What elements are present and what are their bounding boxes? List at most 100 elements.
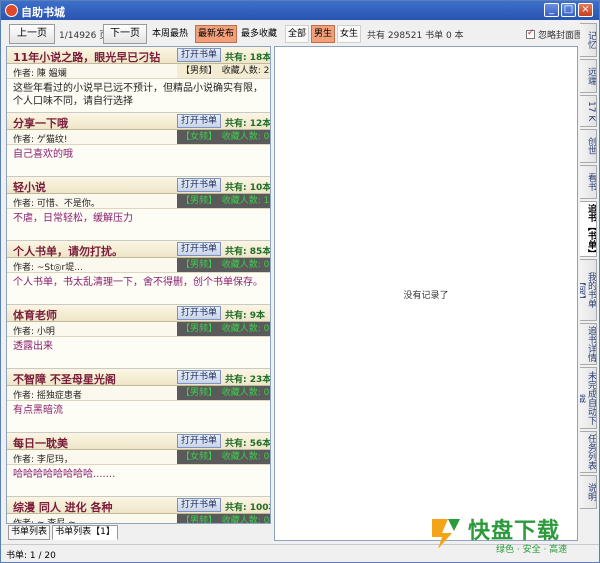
list-name: 体育老师 (13, 309, 57, 322)
list-item-header: 分享一下哦 打开书单 共有: 12本 (7, 113, 270, 130)
list-item[interactable]: 体育老师 打开书单 共有: 9本 作者: 小明 【男频】 收藏人数: 0 透露出… (7, 305, 270, 369)
gender-badge: 【男频】 (177, 386, 221, 400)
list-author: 作者: ゲ猫纹! (13, 135, 68, 145)
watermark-logo: 快盘下载 绿色 · 安全 · 高速 (428, 513, 598, 561)
list-item-header: 11年小说之路，眼光早已刁钻 打开书单 共有: 18本 (7, 47, 270, 64)
side-tabs: 记忆 远端 17 K 创世 看书 追书【书单】 我的书单【阅】 追书详情 未完成… (580, 23, 598, 523)
filter-newest[interactable]: 最新发布 (195, 25, 237, 43)
list-name: 分享一下哦 (13, 117, 68, 130)
bottom-tabs: 书单列表 书单列表【1】 (6, 525, 271, 541)
list-item[interactable]: 综漫 同人 进化 各种 打开书单 共有: 100本 作者: ≈ 李尼 ≈ 【男频… (7, 497, 270, 524)
side-tab-17k[interactable]: 17 K (580, 95, 597, 127)
toolbar: 上一页 1/14926 页 下一页 本周最热 最新发布 最多收藏 全部 男生 女… (3, 22, 597, 48)
gender-badge: 【男频】 (177, 194, 221, 208)
list-author: 作者: 摇独症患者 (13, 391, 82, 401)
gender-filter-female[interactable]: 女生 (337, 25, 361, 43)
list-description: 哈哈哈哈哈哈哈哈....... (13, 469, 116, 480)
list-item-meta: 作者: 可惜、不是你。 【男频】 收藏人数: 1 (7, 194, 270, 209)
title-bar: 自助书城 _ □ × (1, 1, 599, 20)
side-tab-auto-download[interactable]: 未完成自动下载 (580, 367, 597, 429)
gender-badge: 【男频】 (177, 64, 221, 78)
favorite-count: 收藏人数: 0 (221, 258, 270, 272)
prev-page-button[interactable]: 上一页 (9, 24, 55, 44)
list-item[interactable]: 11年小说之路，眼光早已刁钻 打开书单 共有: 18本 作者: 陳 媼斓 【男频… (7, 47, 270, 113)
favorite-count: 收藏人数: 0 (221, 386, 270, 400)
book-count: 共有: 85本 (225, 247, 271, 257)
window-title: 自助书城 (21, 6, 65, 19)
list-item[interactable]: 每日一耽美 打开书单 共有: 56本 作者: 李尼玛， 【女频】 收藏人数: 0… (7, 433, 270, 497)
list-name: 轻小说 (13, 181, 46, 194)
open-list-button[interactable]: 打开书单 (177, 114, 221, 128)
favorite-count: 收藏人数: 2 (221, 64, 270, 78)
side-tab-detail[interactable]: 追书详情 (580, 323, 597, 365)
side-tab-tasks[interactable]: 任务列表 (580, 431, 597, 473)
side-tab-memory[interactable]: 记忆 (580, 23, 597, 57)
list-name: 11年小说之路，眼光早已刁钻 (13, 51, 161, 64)
list-item-meta: 作者: 摇独症患者 【男频】 收藏人数: 0 (7, 386, 270, 401)
status-text: 书单: 1 / 20 (6, 551, 56, 561)
detail-panel: 没有记录了 (274, 46, 578, 541)
side-tab-booklist[interactable]: 追书【书单】 (580, 201, 597, 257)
list-item[interactable]: 个人书单，请勿打扰。 打开书单 共有: 85本 作者: ~St◎r堤... 【男… (7, 241, 270, 305)
open-list-button[interactable]: 打开书单 (177, 48, 221, 62)
open-list-button[interactable]: 打开书单 (177, 178, 221, 192)
open-list-button[interactable]: 打开书单 (177, 434, 221, 448)
watermark-slogan: 绿色 · 安全 · 高速 (496, 545, 568, 555)
side-tab-my-booklist[interactable]: 我的书单【阅】 (580, 259, 597, 321)
list-item-header: 个人书单，请勿打扰。 打开书单 共有: 85本 (7, 241, 270, 258)
watermark-brand: 快盘下载 (468, 519, 561, 544)
list-author: 作者: 李尼玛， (13, 455, 73, 465)
list-item-header: 不智障 不圣母星光阁 打开书单 共有: 23本 (7, 369, 270, 386)
open-list-button[interactable]: 打开书单 (177, 498, 221, 512)
open-list-button[interactable]: 打开书单 (177, 370, 221, 384)
total-count: 共有 298521 书单 0 本 (367, 31, 464, 41)
list-description: 透露出来 (13, 341, 53, 352)
gender-filter-male[interactable]: 男生 (311, 25, 335, 43)
favorite-count: 收藏人数: 0 (221, 514, 270, 523)
open-list-button[interactable]: 打开书单 (177, 242, 221, 256)
maximize-button[interactable]: □ (561, 3, 576, 17)
filter-most-favorited[interactable]: 最多收藏 (239, 25, 279, 43)
tab-booklist[interactable]: 书单列表 (8, 525, 50, 540)
list-description: 这些年看过的小说早已远不预计，但精品小说确实有限，个人口味不同，请自行选择 (13, 83, 263, 107)
side-tab-chuangshi[interactable]: 创世 (580, 129, 597, 163)
list-item[interactable]: 分享一下哦 打开书单 共有: 12本 作者: ゲ猫纹! 【女频】 收藏人数: 0… (7, 113, 270, 177)
list-item[interactable]: 不智障 不圣母星光阁 打开书单 共有: 23本 作者: 摇独症患者 【男频】 收… (7, 369, 270, 433)
list-item-header: 轻小说 打开书单 共有: 10本 (7, 177, 270, 194)
tab-booklist-1[interactable]: 书单列表【1】 (52, 525, 118, 540)
minimize-button[interactable]: _ (544, 3, 559, 17)
book-count: 共有: 23本 (225, 375, 271, 385)
gender-badge: 【男频】 (177, 322, 221, 336)
watermark-mark-icon (432, 519, 460, 549)
filter-weekly-hot[interactable]: 本周最热 (151, 25, 189, 43)
gender-badge: 【女频】 (177, 130, 221, 144)
gender-filter-all[interactable]: 全部 (285, 25, 309, 43)
list-description: 个人书单，书太乱清理一下，舍不得删，创个书单保存。 (13, 277, 263, 288)
list-author: 作者: ≈ 李尼 ≈ (13, 519, 76, 524)
list-description: 有点黑暗流 (13, 405, 63, 416)
list-item-header: 综漫 同人 进化 各种 打开书单 共有: 100本 (7, 497, 270, 514)
list-item-meta: 作者: 李尼玛， 【女频】 收藏人数: 0 (7, 450, 270, 465)
book-count: 共有: 10本 (225, 183, 271, 193)
favorite-count: 收藏人数: 1 (221, 194, 270, 208)
book-count: 共有: 18本 (225, 53, 271, 63)
list-item-meta: 作者: 小明 【男频】 收藏人数: 0 (7, 322, 270, 337)
favorite-count: 收藏人数: 0 (221, 450, 270, 464)
list-name: 个人书单，请勿打扰。 (13, 245, 123, 258)
close-button[interactable]: × (578, 3, 593, 17)
gender-badge: 【女频】 (177, 450, 221, 464)
list-author: 作者: 可惜、不是你。 (13, 199, 100, 209)
side-tab-help[interactable]: 说明 (580, 475, 597, 509)
booklist-panel[interactable]: 11年小说之路，眼光早已刁钻 打开书单 共有: 18本 作者: 陳 媼斓 【男频… (6, 46, 271, 524)
page-indicator: 1/14926 页 (59, 31, 109, 41)
gender-badge: 【男频】 (177, 258, 221, 272)
open-list-button[interactable]: 打开书单 (177, 306, 221, 320)
list-item[interactable]: 轻小说 打开书单 共有: 10本 作者: 可惜、不是你。 【男频】 收藏人数: … (7, 177, 270, 241)
book-count: 共有: 9本 (225, 311, 265, 321)
ignore-cover-label: 忽略封面图 (538, 31, 584, 41)
side-tab-remote[interactable]: 远端 (580, 59, 597, 93)
ignore-cover-checkbox[interactable] (526, 28, 535, 39)
book-count: 共有: 12本 (225, 119, 271, 129)
side-tab-read[interactable]: 看书 (580, 165, 597, 199)
next-page-button[interactable]: 下一页 (103, 24, 147, 44)
